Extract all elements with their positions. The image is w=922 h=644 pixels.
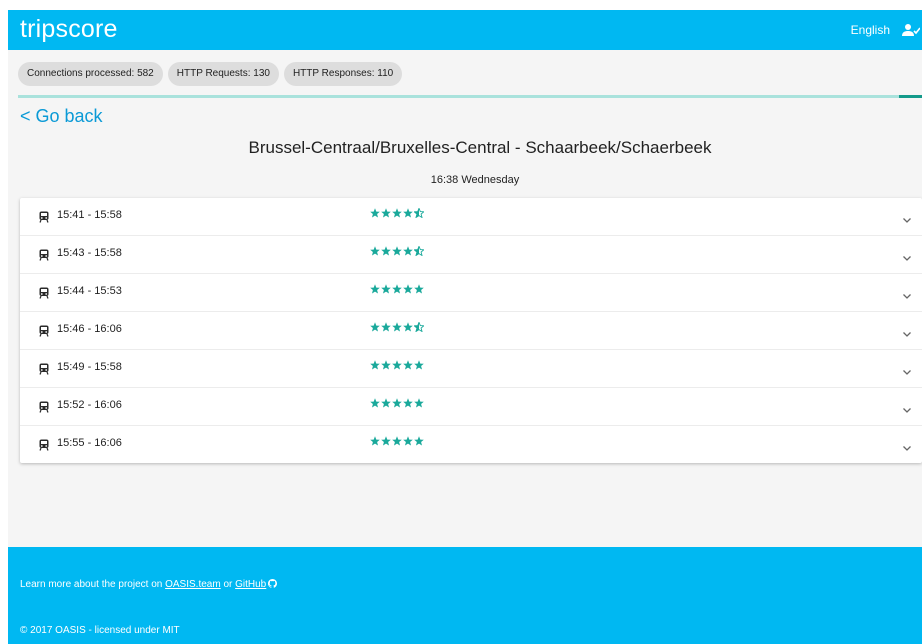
star-icon bbox=[414, 208, 424, 218]
brand-logo[interactable]: tripscore bbox=[20, 13, 118, 45]
star-icon bbox=[392, 208, 402, 218]
trip-rating bbox=[370, 360, 424, 370]
star-icon bbox=[381, 322, 391, 332]
trip-rating bbox=[370, 322, 424, 332]
oasis-team-link[interactable]: OASIS.team bbox=[165, 579, 221, 590]
trip-row[interactable]: 15:43 - 15:58 bbox=[20, 236, 922, 274]
train-icon bbox=[39, 248, 49, 261]
language-selector[interactable]: English bbox=[851, 23, 890, 37]
star-icon bbox=[414, 360, 424, 370]
trip-time: 15:44 - 15:53 bbox=[57, 285, 122, 297]
star-icon bbox=[381, 284, 391, 294]
trip-rating bbox=[370, 246, 424, 256]
trip-rating bbox=[370, 208, 424, 218]
star-icon bbox=[414, 398, 424, 408]
star-icon bbox=[381, 208, 391, 218]
trip-time: 15:43 - 15:58 bbox=[57, 247, 122, 259]
star-icon bbox=[370, 360, 380, 370]
train-icon bbox=[39, 286, 49, 299]
progress-bar bbox=[18, 95, 922, 98]
star-icon bbox=[381, 246, 391, 256]
chevron-down-icon[interactable] bbox=[902, 440, 912, 451]
progress-bar-fill bbox=[899, 95, 922, 98]
star-icon bbox=[403, 246, 413, 256]
star-icon bbox=[381, 360, 391, 370]
trip-time: 15:55 - 16:06 bbox=[57, 437, 122, 449]
footer-or-text: or bbox=[220, 579, 236, 590]
responses-chip: HTTP Responses: 110 bbox=[283, 62, 403, 86]
chevron-down-icon[interactable] bbox=[902, 250, 912, 261]
star-icon bbox=[370, 284, 380, 294]
trip-row[interactable]: 15:46 - 16:06 bbox=[20, 312, 922, 350]
route-title: Brussel-Centraal/Bruxelles-Central - Sch… bbox=[248, 138, 712, 157]
star-icon bbox=[403, 436, 413, 446]
footer-learn-more: Learn more about the project on OASIS.te… bbox=[20, 579, 278, 590]
star-icon bbox=[370, 398, 380, 408]
trip-time: 15:52 - 16:06 bbox=[57, 399, 122, 411]
trip-time: 15:49 - 15:58 bbox=[57, 361, 122, 373]
star-icon bbox=[370, 208, 380, 218]
user-check-icon[interactable] bbox=[900, 22, 922, 38]
star-icon bbox=[392, 398, 402, 408]
star-icon bbox=[392, 360, 402, 370]
trip-row[interactable]: 15:44 - 15:53 bbox=[20, 274, 922, 312]
star-icon bbox=[381, 436, 391, 446]
star-icon bbox=[403, 284, 413, 294]
github-icon[interactable] bbox=[268, 579, 278, 588]
trip-list: 15:41 - 15:58 15:43 - 15:58 15:44 - 15:53 1… bbox=[20, 198, 922, 463]
trip-time: 15:46 - 16:06 bbox=[57, 323, 122, 335]
star-icon bbox=[392, 246, 402, 256]
star-icon bbox=[381, 398, 391, 408]
star-icon bbox=[414, 322, 424, 332]
chevron-down-icon[interactable] bbox=[902, 288, 912, 299]
trip-row[interactable]: 15:55 - 16:06 bbox=[20, 426, 922, 463]
chevron-down-icon[interactable] bbox=[902, 402, 912, 413]
star-icon bbox=[414, 284, 424, 294]
trip-row[interactable]: 15:49 - 15:58 bbox=[20, 350, 922, 388]
connections-chip: Connections processed: 582 bbox=[18, 62, 163, 86]
requests-chip: HTTP Requests: 130 bbox=[167, 62, 279, 86]
star-icon bbox=[392, 322, 402, 332]
route-departure-time: 16:38 Wednesday bbox=[430, 174, 520, 186]
top-bar: tripscore English bbox=[8, 10, 922, 50]
star-icon bbox=[403, 322, 413, 332]
go-back-link[interactable]: < Go back bbox=[20, 106, 103, 127]
footer-copyright: © 2017 OASIS - licensed under MIT bbox=[20, 625, 180, 636]
trip-row[interactable]: 15:41 - 15:58 bbox=[20, 198, 922, 236]
star-icon bbox=[414, 246, 424, 256]
star-icon bbox=[370, 246, 380, 256]
trip-rating bbox=[370, 436, 424, 446]
trip-rating bbox=[370, 398, 424, 408]
train-icon bbox=[39, 438, 49, 451]
star-icon bbox=[392, 284, 402, 294]
header-actions: English bbox=[851, 10, 922, 50]
app-frame: tripscore English Connections processed:… bbox=[8, 10, 922, 644]
star-icon bbox=[370, 322, 380, 332]
trip-rating bbox=[370, 284, 424, 294]
star-icon bbox=[403, 208, 413, 218]
footer-learn-prefix: Learn more about the project on bbox=[20, 579, 166, 590]
chevron-down-icon[interactable] bbox=[902, 326, 912, 337]
star-icon bbox=[392, 436, 402, 446]
chevron-down-icon[interactable] bbox=[902, 212, 912, 223]
train-icon bbox=[39, 400, 49, 413]
train-icon bbox=[39, 324, 49, 337]
trip-row[interactable]: 15:52 - 16:06 bbox=[20, 388, 922, 426]
train-icon bbox=[39, 210, 49, 223]
star-icon bbox=[403, 398, 413, 408]
chevron-down-icon[interactable] bbox=[902, 364, 912, 375]
stats-bar: Connections processed: 582 HTTP Requests… bbox=[18, 62, 403, 86]
footer: Learn more about the project on OASIS.te… bbox=[8, 547, 922, 644]
github-link[interactable]: GitHub bbox=[235, 579, 266, 590]
star-icon bbox=[370, 436, 380, 446]
star-icon bbox=[403, 360, 413, 370]
star-icon bbox=[414, 436, 424, 446]
train-icon bbox=[39, 362, 49, 375]
trip-time: 15:41 - 15:58 bbox=[57, 209, 122, 221]
